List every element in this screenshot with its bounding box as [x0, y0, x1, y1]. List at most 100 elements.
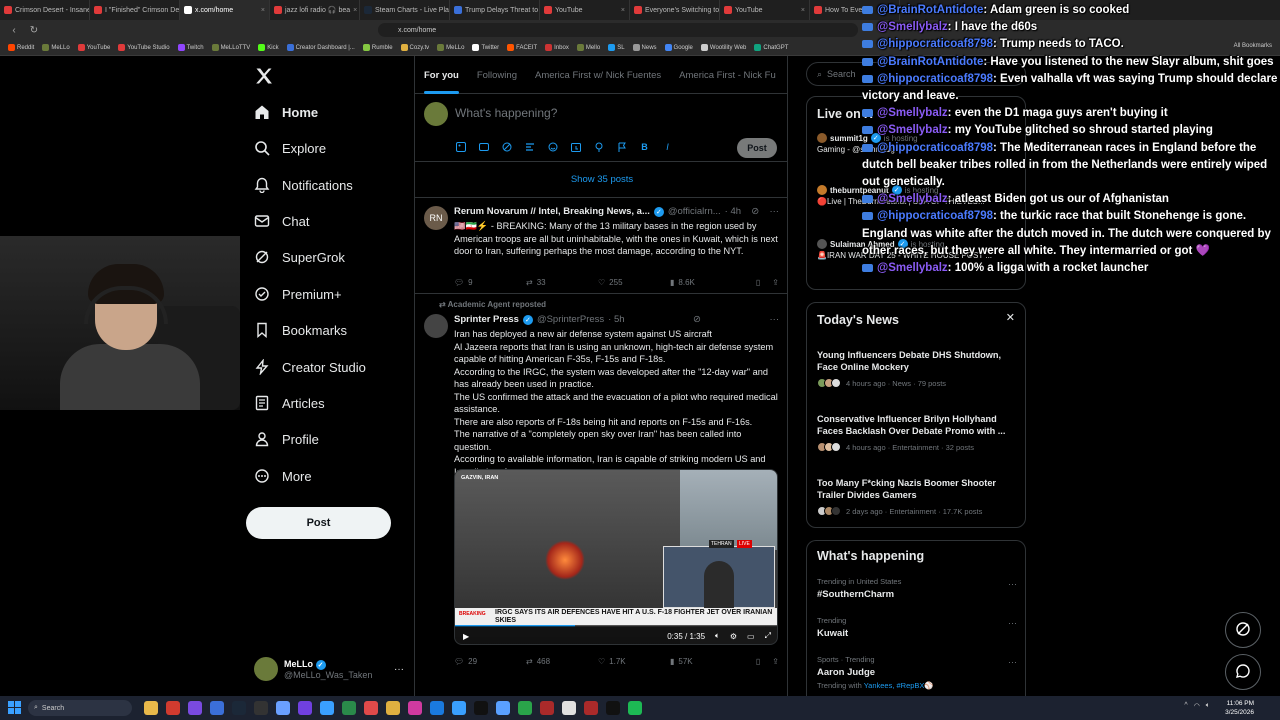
bookmark-item[interactable]: Mello	[576, 44, 600, 51]
taskbar-app-icon[interactable]	[232, 701, 246, 715]
taskbar-app-icon[interactable]	[276, 701, 290, 715]
trend-item[interactable]: Trending in United States #SouthernCharm ·…	[817, 577, 1017, 600]
grok-icon[interactable]	[501, 141, 512, 152]
taskbar-app-icon[interactable]	[584, 701, 598, 715]
browser-tab[interactable]: jazz lofi radio 🎧 bea ×	[270, 0, 360, 20]
chevron-up-icon[interactable]: ^	[1184, 702, 1187, 710]
taskbar-app-icon[interactable]	[628, 701, 642, 715]
browser-tab[interactable]: Steam Charts - Live Playe×	[360, 0, 450, 20]
feed-tab[interactable]: Following	[468, 56, 526, 94]
share-icon[interactable]: ⇪	[772, 278, 779, 287]
taskbar-app-icon[interactable]	[342, 701, 356, 715]
location-icon[interactable]	[593, 141, 604, 152]
taskbar-app-icon[interactable]	[562, 701, 576, 715]
bookmark-item[interactable]: Reddit	[8, 44, 34, 51]
windows-start-icon[interactable]	[8, 701, 22, 715]
taskbar-app-icon[interactable]	[210, 701, 224, 715]
reload-icon[interactable]: ↻	[28, 25, 40, 36]
bookmark-item[interactable]: Wootility Web	[700, 44, 746, 51]
post[interactable]: RN Rerum Novarum // Intel, Breaking News…	[415, 198, 787, 294]
italic-icon[interactable]: I	[662, 141, 673, 152]
nav-item-more[interactable]: More	[254, 461, 312, 491]
account-switcher[interactable]: MeLLo ✓ @MeLLo_Was_Taken ···	[254, 654, 404, 684]
bookmark-item[interactable]: MeLLo	[42, 44, 70, 51]
back-icon[interactable]: ‹	[8, 25, 20, 36]
play-icon[interactable]: ▶	[463, 632, 469, 641]
like-button[interactable]: ♡ 1.7K	[598, 657, 670, 666]
taskbar-app-icon[interactable]	[408, 701, 422, 715]
taskbar-app-icon[interactable]	[320, 701, 334, 715]
more-options-icon[interactable]: ···	[394, 664, 404, 675]
post-author-name[interactable]: Sprinter Press	[454, 314, 519, 325]
emoji-icon[interactable]	[547, 141, 558, 152]
post-author-name[interactable]: Rerum Novarum // Intel, Breaking News, a…	[454, 206, 650, 217]
repost-button[interactable]: ⇄ 468	[526, 657, 598, 666]
views-button[interactable]: ▮ 8.6K	[670, 278, 742, 287]
bookmark-item[interactable]: SL	[608, 44, 625, 51]
taskbar-app-icon[interactable]	[540, 701, 554, 715]
nav-item-profile[interactable]: Profile	[254, 424, 319, 454]
nav-item-chat[interactable]: Chat	[254, 206, 309, 236]
taskbar-app-icon[interactable]	[298, 701, 312, 715]
close-tab-icon[interactable]: ×	[353, 7, 357, 14]
reply-button[interactable]: 💬︎ 29	[454, 657, 526, 666]
trend-item[interactable]: Sports · Trending Aaron Judge ··· Trending …	[817, 655, 1017, 690]
fullscreen-icon[interactable]: ⤢	[765, 631, 771, 641]
more-options-icon[interactable]: ···	[769, 206, 779, 217]
views-button[interactable]: ▮ 57K	[670, 657, 742, 666]
browser-tab[interactable]: YouTube ×	[540, 0, 630, 20]
bookmark-item[interactable]: Cozy.tv	[400, 44, 429, 51]
feed-tab[interactable]: America First - Nick Fu	[670, 56, 785, 94]
bookmark-item[interactable]: YouTube	[77, 44, 110, 51]
browser-tab[interactable]: YouTube ×	[720, 0, 810, 20]
bookmark-item[interactable]: ChatGPT	[754, 44, 788, 51]
taskbar-app-icon[interactable]	[606, 701, 620, 715]
browser-tab[interactable]: Everyone's Switching to×	[630, 0, 720, 20]
taskbar-app-icon[interactable]	[496, 701, 510, 715]
post-author-handle[interactable]: @officialrn...	[668, 206, 721, 217]
more-options-icon[interactable]: ···	[1008, 657, 1017, 667]
trend-item[interactable]: Trending Kuwait ···	[817, 616, 1017, 639]
taskbar-app-icon[interactable]	[518, 701, 532, 715]
bookmark-item[interactable]: Kick	[258, 44, 279, 51]
compose-post-button[interactable]: Post	[737, 138, 777, 158]
nav-item-articles[interactable]: Articles	[254, 388, 325, 418]
post-time[interactable]: · 4h	[725, 206, 741, 217]
post-button[interactable]: Post	[246, 507, 391, 539]
nav-item-bookmarks[interactable]: Bookmarks	[254, 315, 347, 345]
close-tab-icon[interactable]: ×	[621, 7, 625, 14]
bookmark-item[interactable]: Google	[664, 44, 693, 51]
taskbar-app-icon[interactable]	[452, 701, 466, 715]
poll-icon[interactable]	[524, 141, 535, 152]
bookmark-item[interactable]: Twitch	[177, 44, 204, 51]
grok-icon[interactable]: ⊘	[751, 206, 759, 217]
news-item[interactable]: Conservative Influencer Brilyn Hollyhand…	[817, 413, 1017, 452]
taskbar-app-icon[interactable]	[166, 701, 180, 715]
browser-tab[interactable]: I "Finished" Crimson Des×	[90, 0, 180, 20]
taskbar-app-icon[interactable]	[188, 701, 202, 715]
taskbar-clock[interactable]: 11:06 PM 3/25/2026	[1225, 699, 1254, 717]
bold-icon[interactable]: B	[639, 141, 650, 152]
image-icon[interactable]	[455, 141, 466, 152]
bookmark-item[interactable]: MeLLo	[437, 44, 464, 51]
volume-icon[interactable]: 🔈︎	[715, 631, 720, 641]
post-time[interactable]: · 5h	[608, 314, 624, 325]
browser-tab[interactable]: Crimson Desert - Insane×	[0, 0, 90, 20]
repost-button[interactable]: ⇄ 33	[526, 278, 598, 287]
grok-icon[interactable]: ⊘	[693, 314, 701, 325]
taskbar-app-icon[interactable]	[364, 701, 378, 715]
browser-tab[interactable]: Trump Delays Threat to×	[450, 0, 540, 20]
bookmark-item[interactable]: FACEIT	[507, 44, 537, 51]
messages-button[interactable]	[1225, 654, 1261, 690]
show-new-posts-button[interactable]: Show 35 posts	[415, 162, 787, 198]
bookmark-icon[interactable]: ▯	[756, 278, 760, 287]
nav-item-creator-studio[interactable]: Creator Studio	[254, 352, 366, 382]
video-player[interactable]: GAZVIN, IRAN TEHRAN LIVE IRGC SAYS ITS A…	[454, 469, 778, 645]
post[interactable]: ⇄ Academic Agent reposted Sprinter Press…	[415, 294, 787, 696]
gif-icon[interactable]	[478, 141, 489, 152]
feed-tab[interactable]: For you	[415, 56, 468, 94]
news-item[interactable]: Too Many F*cking Nazis Boomer Shooter Tr…	[817, 477, 1017, 516]
close-tab-icon[interactable]: ×	[261, 7, 265, 14]
reposted-indicator[interactable]: ⇄ Academic Agent reposted	[439, 300, 546, 309]
more-options-icon[interactable]: ···	[770, 314, 780, 325]
